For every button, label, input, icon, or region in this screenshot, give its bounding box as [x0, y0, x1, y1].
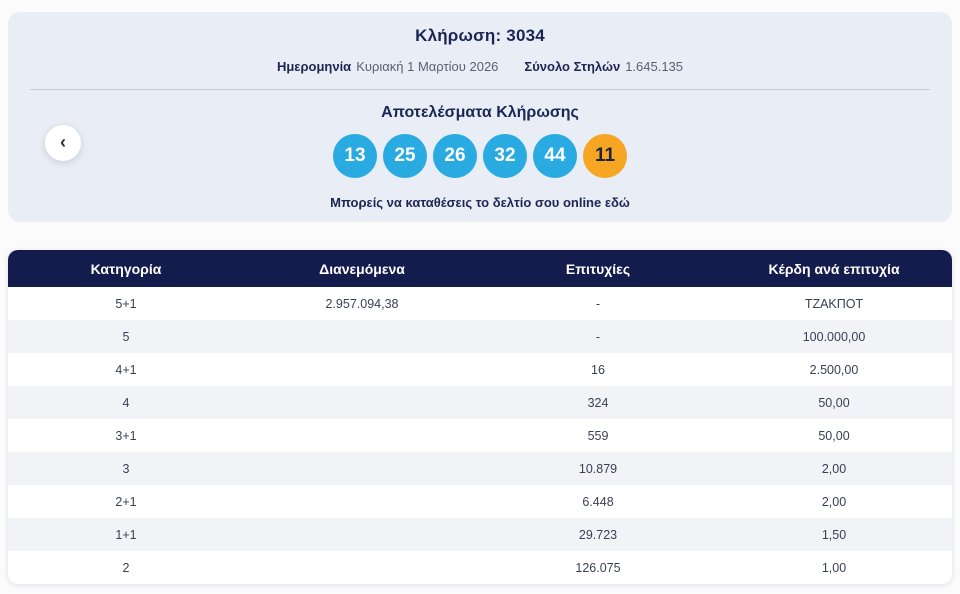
chevron-left-icon: ‹	[60, 132, 66, 152]
cell-winners: 324	[587, 395, 609, 410]
table-body: 5+1 2.957.094,38 - ΤΖΑΚΠΟΤ 5 - 100.000,0…	[8, 287, 952, 584]
deposit-online-link[interactable]: Μπορείς να καταθέσεις το δελτίο σου onli…	[330, 195, 630, 210]
table-row: 5 - 100.000,00	[8, 320, 952, 353]
cell-distributed	[244, 485, 480, 518]
cell-prize: ΤΖΑΚΠΟΤ	[804, 296, 864, 311]
cell-prize: 2,00	[821, 494, 847, 509]
cell-category: 5	[122, 329, 130, 344]
table-row: 4+1 16 2.500,00	[8, 353, 952, 386]
column-header-prize: Κέρδη ανά επιτυχία	[768, 260, 900, 277]
cell-winners: 559	[587, 428, 609, 443]
cell-category: 4	[122, 395, 130, 410]
date-label: Ημερομηνία	[276, 59, 352, 74]
cell-winners: 126.075	[575, 560, 621, 575]
cell-category: 1+1	[115, 527, 137, 542]
draw-number-ball: 13	[333, 134, 377, 178]
prize-table: Κατηγορία Διανεμόμενα Επιτυχίες Κέρδη αν…	[8, 250, 952, 584]
cell-prize: 1,50	[821, 527, 847, 542]
cell-distributed	[244, 353, 480, 386]
column-header-distributed: Διανεμόμενα	[319, 260, 405, 277]
cell-prize: 50,00	[818, 395, 850, 410]
total-columns-label: Σύνολο Στηλών	[524, 59, 621, 74]
cell-distributed	[244, 419, 480, 452]
cell-prize: 2,00	[821, 461, 847, 476]
table-header-row: Κατηγορία Διανεμόμενα Επιτυχίες Κέρδη αν…	[8, 250, 952, 287]
draw-title: Κλήρωση: 3034	[415, 26, 545, 45]
column-header-category: Κατηγορία	[90, 260, 162, 277]
cell-winners: -	[595, 296, 601, 311]
table-row: 2 126.075 1,00	[8, 551, 952, 584]
draw-number-ball: 32	[483, 134, 527, 178]
cell-category: 5+1	[115, 296, 137, 311]
draw-date: Ημερομηνία Κυριακή 1 Μαρτίου 2026	[277, 59, 498, 74]
cell-prize: 1,00	[821, 560, 847, 575]
cell-distributed: 2.957.094,38	[325, 296, 399, 311]
cell-category: 3	[122, 461, 130, 476]
total-columns: Σύνολο Στηλών 1.645.135	[524, 59, 683, 74]
cell-distributed	[244, 518, 480, 551]
results-title: Αποτελέσματα Κλήρωσης	[381, 104, 579, 121]
card-divider	[30, 89, 930, 90]
cell-distributed	[244, 551, 480, 584]
cell-prize: 2.500,00	[809, 362, 859, 377]
table-row: 3 10.879 2,00	[8, 452, 952, 485]
cell-category: 2	[122, 560, 130, 575]
previous-draw-button[interactable]: ‹	[45, 125, 81, 161]
cell-winners: 10.879	[578, 461, 618, 476]
table-row: 3+1 559 50,00	[8, 419, 952, 452]
cell-distributed	[244, 386, 480, 419]
column-header-winners: Επιτυχίες	[565, 260, 631, 277]
draw-numbers: 13 25 26 32 44 11	[8, 134, 952, 178]
cell-category: 2+1	[115, 494, 137, 509]
draw-number-ball: 25	[383, 134, 427, 178]
draw-number-ball: 44	[533, 134, 577, 178]
cell-winners: 29.723	[578, 527, 618, 542]
cell-distributed	[244, 452, 480, 485]
cell-prize: 100.000,00	[802, 329, 866, 344]
table-row: 4 324 50,00	[8, 386, 952, 419]
table-row: 2+1 6.448 2,00	[8, 485, 952, 518]
date-value: Κυριακή 1 Μαρτίου 2026	[356, 59, 499, 74]
draw-results-card: Κλήρωση: 3034 Ημερομηνία Κυριακή 1 Μαρτί…	[8, 12, 952, 222]
cell-category: 4+1	[115, 362, 137, 377]
total-columns-value: 1.645.135	[625, 59, 684, 74]
table-row: 1+1 29.723 1,50	[8, 518, 952, 551]
cell-prize: 50,00	[818, 428, 850, 443]
cell-distributed	[244, 320, 480, 353]
cell-winners: 16	[591, 362, 605, 377]
cell-winners: 6.448	[582, 494, 614, 509]
cell-winners: -	[595, 329, 601, 344]
cell-category: 3+1	[115, 428, 137, 443]
table-row: 5+1 2.957.094,38 - ΤΖΑΚΠΟΤ	[8, 287, 952, 320]
bonus-number-ball: 11	[583, 134, 627, 178]
draw-number-ball: 26	[433, 134, 477, 178]
draw-meta-row: Ημερομηνία Κυριακή 1 Μαρτίου 2026 Σύνολο…	[8, 59, 952, 74]
